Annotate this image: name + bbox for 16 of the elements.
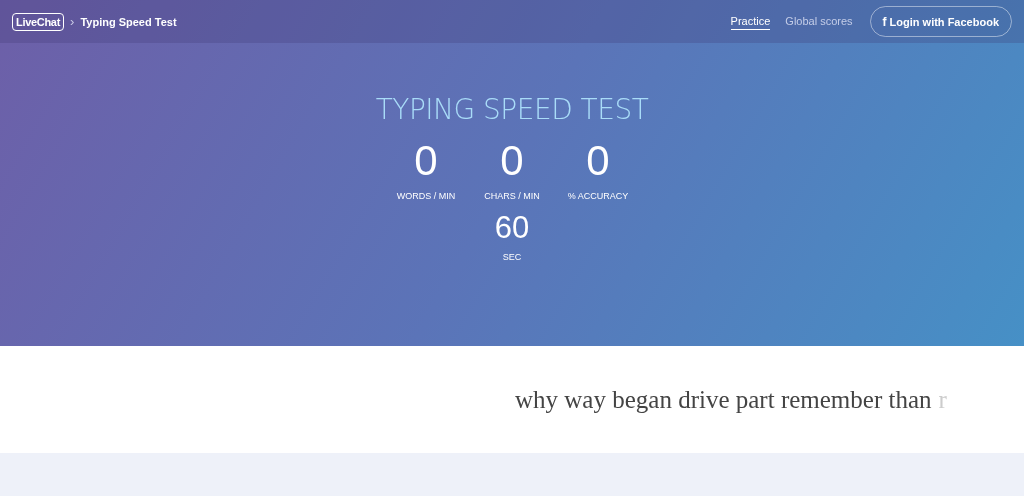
stat-label: WORDS / MIN — [396, 191, 456, 201]
breadcrumb-separator: › — [70, 14, 75, 29]
word-sequence: why way began drive part remember than — [515, 385, 932, 414]
timer-value: 60 — [494, 211, 530, 245]
facebook-icon: f — [882, 14, 887, 29]
logo[interactable]: LiveChat — [12, 12, 65, 31]
timer-label: SEC — [502, 252, 522, 262]
page-title: Typing Speed Test — [80, 15, 177, 28]
stat-label: CHARS / MIN — [484, 191, 540, 201]
stat-label: % ACCURACY — [567, 191, 629, 201]
hero-title: TYPING SPEED TEST — [375, 93, 649, 126]
nav-link[interactable]: Global scores — [785, 13, 853, 30]
stat-value: 0 — [500, 138, 524, 184]
nav-link[interactable]: Practice — [730, 13, 771, 30]
stat-value: 0 — [414, 138, 438, 184]
stat-value: 0 — [586, 138, 610, 184]
